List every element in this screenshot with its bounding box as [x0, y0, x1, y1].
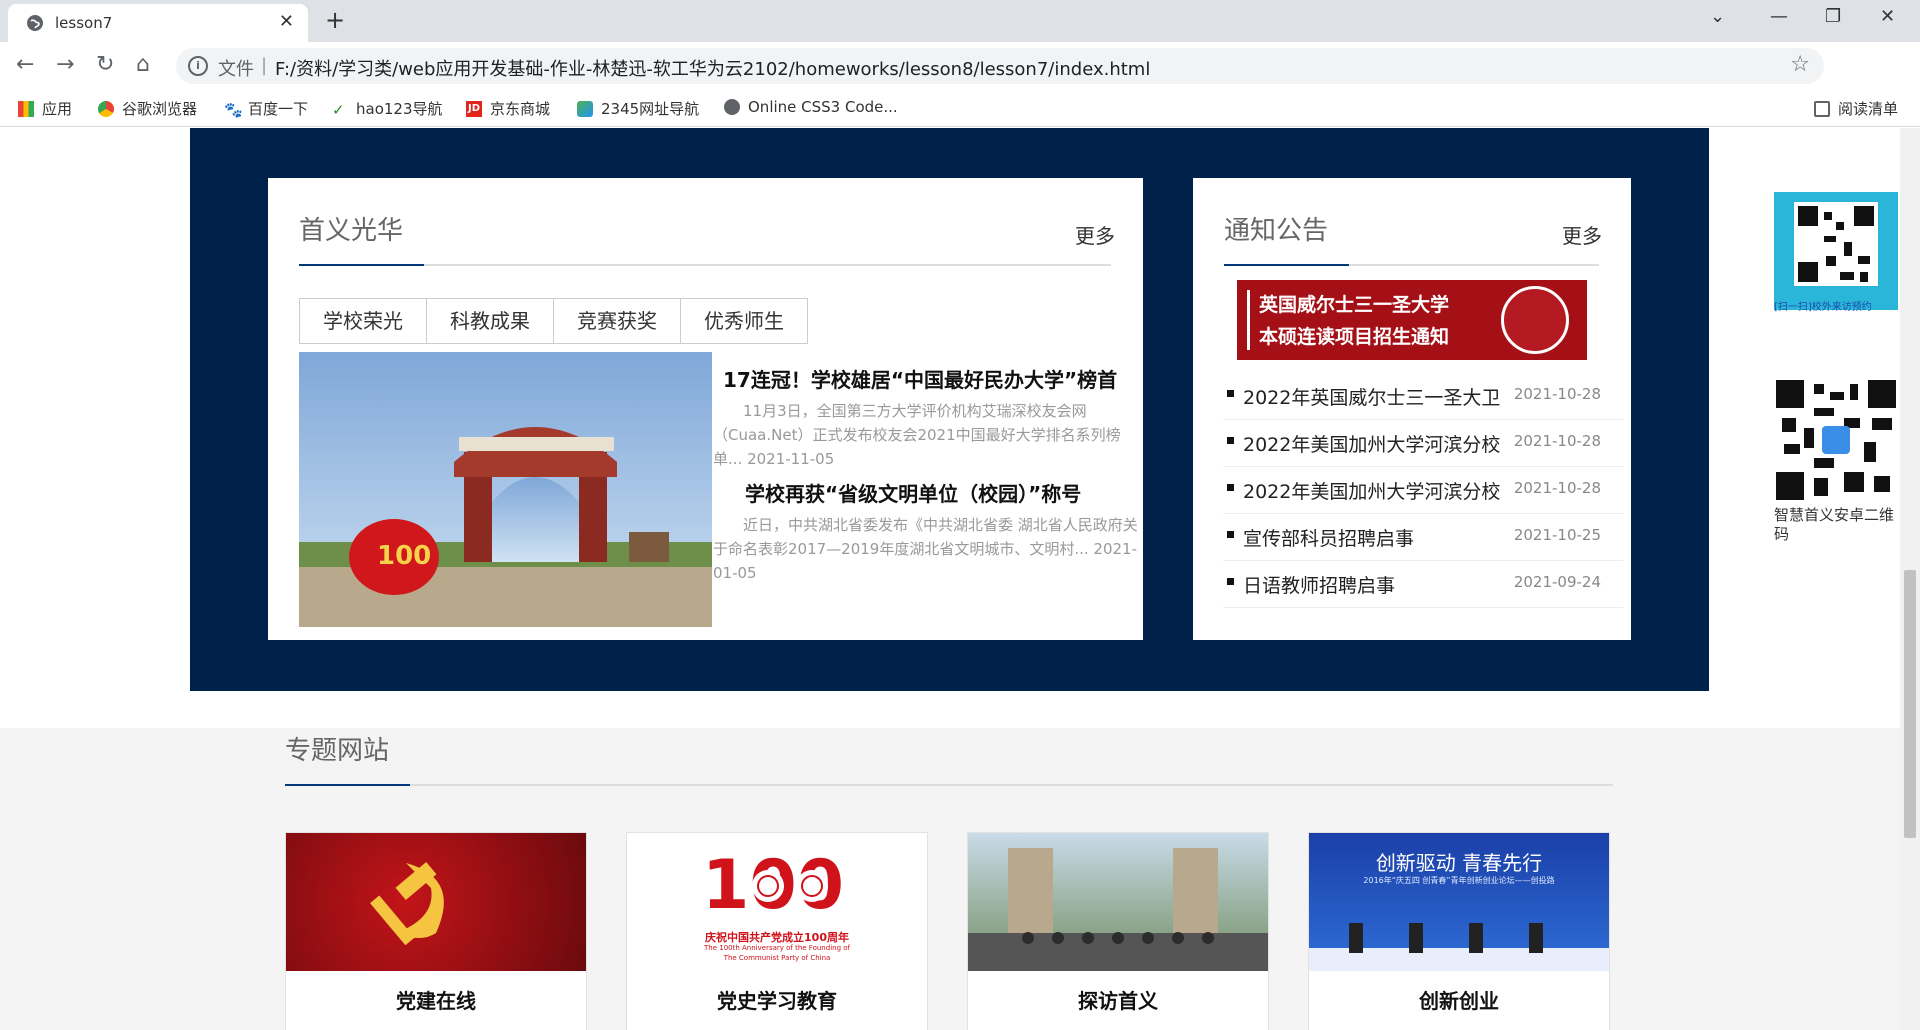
separator: |: [261, 55, 268, 76]
reading-list-icon: [1814, 100, 1830, 117]
minimize-icon[interactable]: —: [1770, 6, 1788, 27]
url-text[interactable]: F:/资料/学习类/web应用开发基础-作业-林楚迅-软工华为云2102/hom…: [275, 55, 1150, 81]
topic-card-party[interactable]: 党建在线: [285, 832, 587, 1030]
banner-line-2: 本硕连读项目招生通知: [1259, 326, 1450, 348]
qr1-label: [扫一扫]校外来访预约: [1774, 302, 1872, 313]
notices-divider: [1224, 264, 1599, 266]
scrollbar-thumb[interactable]: [1904, 570, 1916, 838]
notices-title: 通知公告: [1224, 216, 1329, 246]
bookmark-chrome[interactable]: 谷歌浏览器: [98, 98, 197, 119]
notice-banner[interactable]: 英国威尔士三一圣大学 本硕连读项目招生通知: [1237, 280, 1587, 360]
topic-label[interactable]: 创新创业: [1309, 985, 1609, 1014]
jd-icon: JD: [466, 100, 482, 117]
notice-item[interactable]: 2022年美国加州大学河滨分校 2021-10-28: [1223, 467, 1623, 514]
visit-appointment-qr-code[interactable]: [1774, 192, 1898, 310]
bookmark-star-icon[interactable]: ☆: [1790, 52, 1810, 77]
banner-line-1: 英国威尔士三一圣大学: [1259, 294, 1450, 316]
honors-panel: 首义光华 更多 学校荣光 科教成果 竞赛获奖 优秀师生 100 17连冠！学校雄…: [268, 178, 1143, 640]
honors-divider: [299, 264, 1111, 266]
innovation-forum-image: 创新驱动 青春先行 2016年“庆五四 创青春”青年创新创业论坛——创投路: [1309, 833, 1609, 971]
tab-school-glory[interactable]: 学校荣光: [299, 298, 427, 344]
notices-more-link[interactable]: 更多: [1562, 220, 1602, 249]
innovation-banner-text: 创新驱动 青春先行: [1375, 851, 1543, 875]
svg-text:100: 100: [377, 541, 431, 571]
globe-icon: [27, 15, 43, 31]
campus-visit-photo: [968, 833, 1268, 971]
home-icon[interactable]: ⌂: [136, 52, 150, 77]
file-label: 文件: [218, 59, 254, 80]
news-item[interactable]: 学校再获“省级文明单位（校园）”称号 近日，中共湖北省委发布《中共湖北省委 湖北…: [713, 478, 1139, 585]
notice-item[interactable]: 宣传部科员招聘启事 2021-10-25: [1223, 514, 1623, 561]
party-emblem-image: [286, 833, 586, 971]
tab-title: lesson7: [55, 14, 113, 32]
tab-strip: lesson7 ✕ + ⌄ — ❐ ✕: [0, 0, 1920, 42]
page-viewport: 首义光华 更多 学校荣光 科教成果 竞赛获奖 优秀师生 100 17连冠！学校雄…: [0, 128, 1900, 1030]
hao123-icon: ✓: [332, 100, 345, 119]
innovation-sub-text: 2016年“庆五四 创青春”青年创新创业论坛——创投路: [1363, 876, 1555, 885]
honors-more-link[interactable]: 更多: [1075, 220, 1115, 249]
notice-item[interactable]: 2022年美国加州大学河滨分校 2021-10-28: [1223, 420, 1623, 467]
back-icon[interactable]: ←: [16, 52, 34, 77]
honors-title: 首义光华: [299, 216, 404, 246]
topic-label[interactable]: 党建在线: [286, 985, 586, 1014]
reading-list-button[interactable]: 阅读清单: [1814, 98, 1898, 119]
bookmark-hao123[interactable]: ✓ hao123导航: [332, 98, 443, 119]
topics-title: 专题网站: [285, 736, 390, 766]
notices-panel: 通知公告 更多 英国威尔士三一圣大学 本硕连读项目招生通知 2022年英国威尔士…: [1193, 178, 1631, 640]
chrome-icon: [98, 100, 114, 117]
qr2-label: 智慧首义安卓二维码: [1774, 506, 1895, 543]
news-item[interactable]: 17连冠！学校雄居“中国最好民办大学”榜首 11月3日，全国第三方大学评价机构艾…: [713, 364, 1139, 471]
bookmark-apps[interactable]: 应用: [18, 98, 72, 119]
topic-card-history[interactable]: 100 庆祝中国共产党成立100周年 The 100th Anniversary…: [626, 832, 928, 1030]
bookmark-jd[interactable]: JD 京东商城: [466, 98, 550, 119]
bookmark-css3[interactable]: Online CSS3 Code...: [724, 98, 898, 116]
bookmarks-bar: 应用 谷歌浏览器 🐾 百度一下 ✓ hao123导航 JD 京东商城 2345网址导航…: [0, 90, 1920, 127]
topics-divider: [285, 784, 1613, 786]
centenary-caption-en2: The Communist Party of China: [723, 954, 831, 962]
tab-search-icon[interactable]: ⌄: [1710, 6, 1725, 27]
topic-label[interactable]: 探访首义: [968, 985, 1268, 1014]
news-title[interactable]: 学校再获“省级文明单位（校园）”称号: [713, 478, 1139, 507]
apps-grid-icon: [18, 100, 34, 117]
close-tab-icon[interactable]: ✕: [279, 11, 294, 32]
browser-toolbar: ← → ↻ ⌂ i 文件 | F:/资料/学习类/web应用开发基础-作业-林楚…: [0, 42, 1920, 122]
globe-icon: [724, 99, 740, 115]
bookmark-baidu[interactable]: 🐾 百度一下: [224, 98, 308, 119]
scrollbar[interactable]: [1900, 128, 1920, 1030]
topic-label[interactable]: 党史学习教育: [627, 985, 927, 1014]
tab-research[interactable]: 科教成果: [426, 298, 554, 344]
centenary-logo-image: 100 庆祝中国共产党成立100周年 The 100th Anniversary…: [627, 833, 927, 971]
baidu-paw-icon: 🐾: [224, 100, 243, 119]
address-bar[interactable]: i 文件 | F:/资料/学习类/web应用开发基础-作业-林楚迅-软工华为云2…: [176, 48, 1824, 84]
centenary-caption-en1: The 100th Anniversary of the Founding of: [704, 944, 850, 952]
reload-icon[interactable]: ↻: [96, 52, 114, 77]
bookmark-2345[interactable]: 2345网址导航: [577, 98, 699, 119]
news-summary: 近日，中共湖北省委发布《中共湖北省委 湖北省人民政府关于命名表彰2017—201…: [713, 516, 1138, 582]
forward-icon[interactable]: →: [56, 52, 74, 77]
honors-tabs: 学校荣光 科教成果 竞赛获奖 优秀师生: [299, 298, 808, 344]
centenary-caption: 庆祝中国共产党成立100周年: [705, 931, 849, 944]
news-summary: 11月3日，全国第三方大学评价机构艾瑞深校友会网（Cuaa.Net）正式发布校友…: [713, 402, 1121, 468]
browser-tab[interactable]: lesson7 ✕: [8, 4, 308, 42]
tab-competition[interactable]: 竞赛获奖: [553, 298, 681, 344]
topic-card-innovation[interactable]: 创新驱动 青春先行 2016年“庆五四 创青春”青年创新创业论坛——创投路 创新…: [1308, 832, 1610, 1030]
campus-gate-photo[interactable]: 100: [299, 352, 712, 627]
tab-teachers[interactable]: 优秀师生: [680, 298, 808, 344]
news-title[interactable]: 17连冠！学校雄居“中国最好民办大学”榜首: [713, 364, 1139, 393]
restore-icon[interactable]: ❐: [1825, 6, 1841, 27]
close-window-icon[interactable]: ✕: [1880, 6, 1895, 27]
notice-item[interactable]: 日语教师招聘启事 2021-09-24: [1223, 561, 1623, 608]
university-seal-icon: [1501, 286, 1569, 354]
new-tab-button[interactable]: +: [325, 6, 345, 34]
topic-card-visit[interactable]: 探访首义: [967, 832, 1269, 1030]
info-icon[interactable]: i: [188, 56, 208, 76]
notice-item[interactable]: 2022年英国威尔士三一圣大卫 2021-10-28: [1223, 373, 1623, 420]
android-app-qr-code[interactable]: [1774, 378, 1898, 502]
2345-icon: [577, 100, 593, 117]
